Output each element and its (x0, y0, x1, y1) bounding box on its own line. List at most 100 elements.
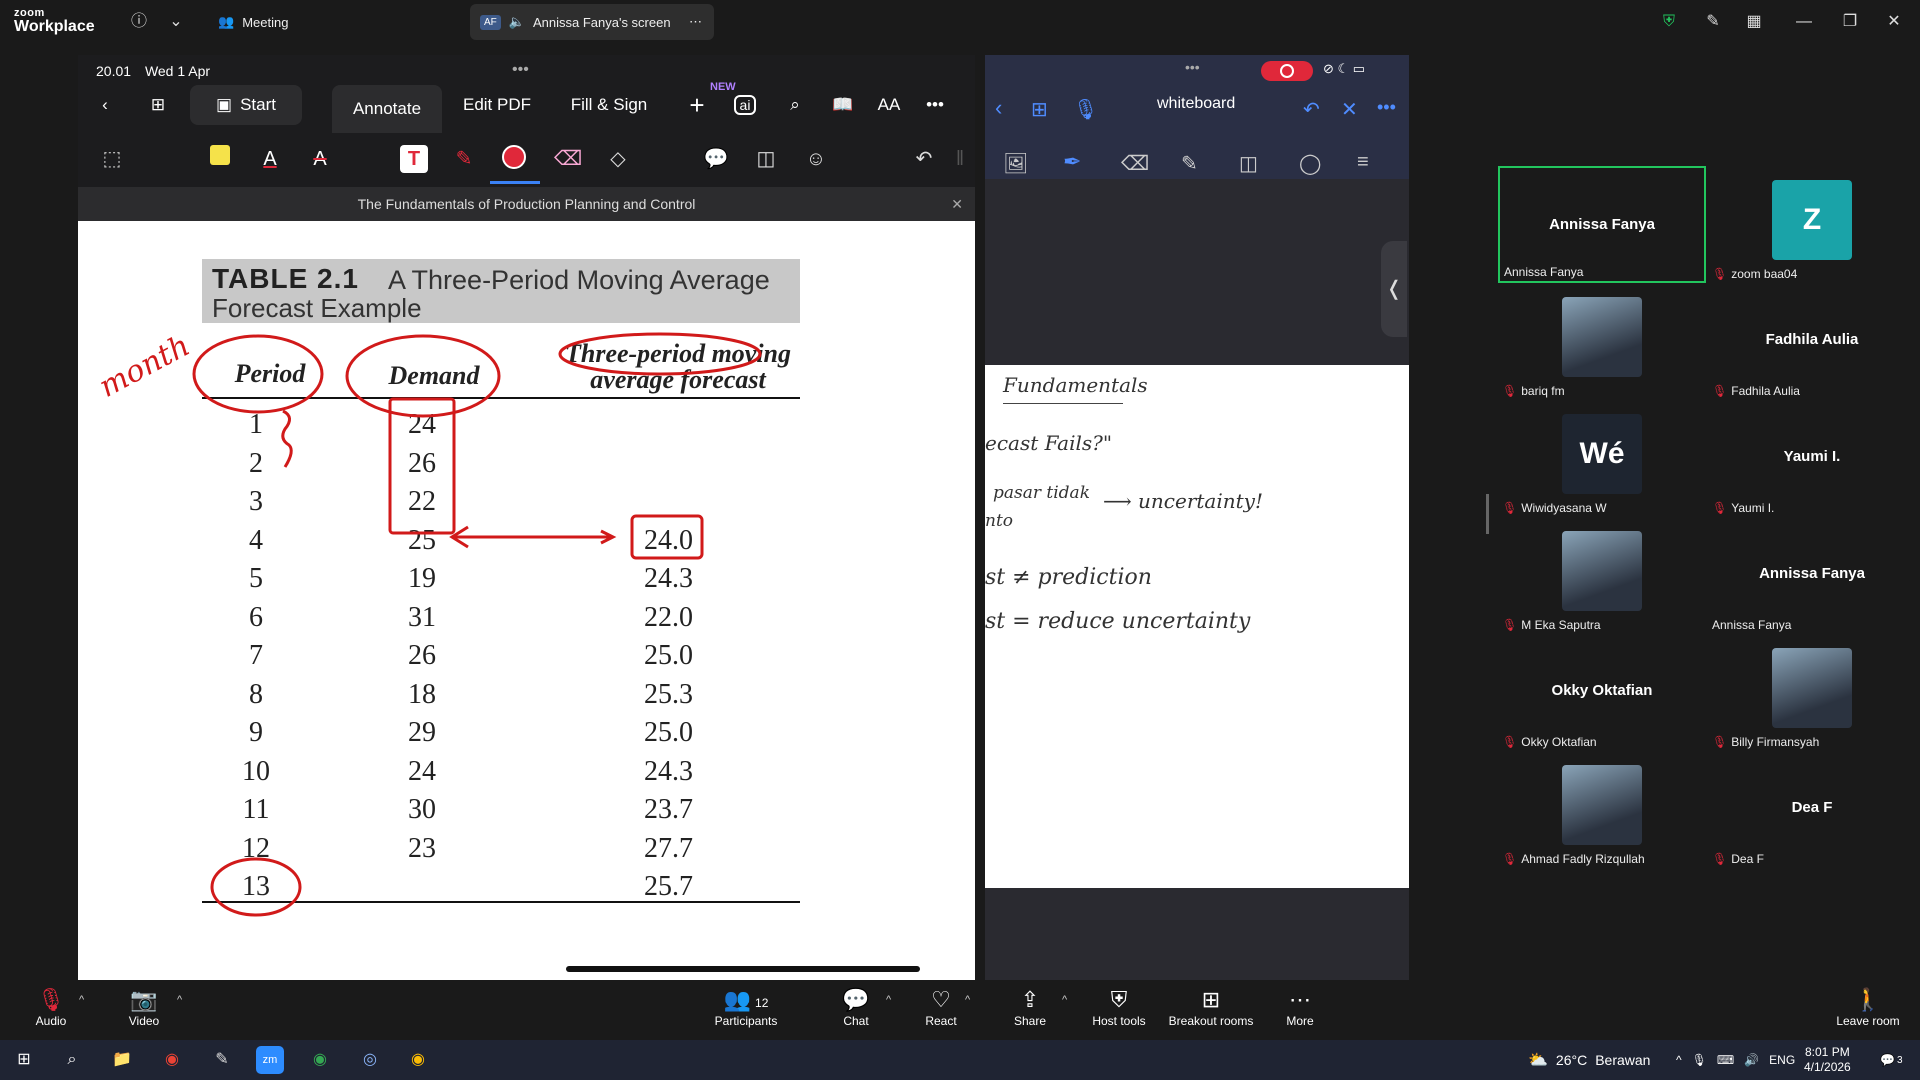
audio-button[interactable]: 🎙 Audio (6, 986, 96, 1028)
video-options-icon[interactable]: ^ (177, 994, 182, 1006)
language-indicator[interactable]: ENG (1769, 1053, 1795, 1067)
search-icon[interactable]: ⌕ (780, 85, 810, 125)
color-picker-icon[interactable] (500, 145, 528, 173)
participant-tile[interactable]: 🎙 bariq fm (1498, 283, 1706, 400)
leave-room-button[interactable]: 🚶 Leave room (1823, 986, 1913, 1028)
back-icon[interactable]: ‹ (92, 85, 118, 125)
highlighter-icon[interactable]: ✎ (1181, 151, 1198, 176)
highlighter-icon[interactable] (206, 145, 234, 173)
book-icon[interactable]: 📖 (828, 85, 858, 125)
video-button[interactable]: 📷 Video (99, 986, 189, 1028)
more-button[interactable]: ⋯ More (1255, 986, 1345, 1028)
add-icon[interactable]: + (682, 85, 712, 125)
close-icon[interactable]: ✕ (1341, 97, 1358, 122)
participant-tile[interactable]: Wé 🎙 Wiwidyasana W (1498, 400, 1706, 517)
participant-tile[interactable]: Annissa Fanya Annissa Fanya (1498, 166, 1706, 283)
participant-tile[interactable]: Annissa Fanya Annissa Fanya (1708, 517, 1916, 634)
whiteboard-canvas[interactable]: Fundamentals ecast Fails?" pasar tidak ⟶… (985, 365, 1409, 888)
eraser-icon[interactable]: ⌫ (1121, 151, 1149, 176)
microphone-icon[interactable]: 🎙 (1073, 97, 1098, 122)
comment-icon[interactable]: 💬 (702, 145, 730, 173)
shield-icon[interactable]: ⛨ (1659, 12, 1679, 32)
more-dots-icon[interactable]: ••• (512, 61, 529, 79)
splitter-handle[interactable] (1486, 494, 1489, 534)
windows-start-icon[interactable]: ⊞ (10, 1046, 38, 1074)
image-insert-icon[interactable]: 🖼 (1003, 151, 1028, 176)
font-size-button[interactable]: AA (874, 85, 904, 125)
participant-tile[interactable]: Yaumi I. 🎙 Yaumi I. (1708, 400, 1916, 517)
audio-options-icon[interactable]: ^ (79, 994, 84, 1006)
more-dots-icon[interactable]: ••• (1185, 59, 1200, 75)
tab-shared-screen[interactable]: AF 🔈 Annissa Fanya's screen ⋯ (470, 4, 714, 40)
chrome-alt-icon[interactable]: ◉ (404, 1046, 432, 1074)
grid-icon[interactable]: ⊞ (144, 85, 172, 125)
chevron-up-icon[interactable]: ^ (1676, 1053, 1682, 1067)
notifications-button[interactable]: 💬 3 (1880, 1040, 1903, 1080)
participant-tile[interactable]: 🎙 Billy Firmansyah (1708, 634, 1916, 751)
chrome-icon[interactable]: ◉ (158, 1046, 186, 1074)
search-icon[interactable]: ⌕ (58, 1046, 86, 1074)
participant-tile[interactable]: Okky Oktafian 🎙 Okky Oktafian (1498, 634, 1706, 751)
participant-tile[interactable]: 🎙 Ahmad Fadly Rizqullah (1498, 751, 1706, 868)
tab-annotate[interactable]: Annotate (332, 85, 442, 133)
close-doc-icon[interactable]: ✕ (951, 187, 963, 221)
undo-icon[interactable]: ↶ (910, 145, 938, 173)
toolbar-handle-icon[interactable]: ‖ (946, 145, 974, 173)
recording-indicator[interactable] (1261, 61, 1313, 81)
more-options-icon[interactable]: ••• (1377, 97, 1396, 118)
react-options-icon[interactable]: ^ (965, 994, 970, 1006)
tab-fill-sign[interactable]: Fill & Sign (554, 85, 664, 125)
eraser-icon[interactable]: ⌫ (554, 145, 582, 173)
lasso-icon[interactable]: ◯ (1299, 151, 1321, 176)
share-button[interactable]: ⇪ Share (985, 986, 1075, 1028)
host-tools-button[interactable]: ⛨ Host tools (1074, 986, 1164, 1028)
chat-button[interactable]: 💬 Chat (811, 986, 901, 1028)
start-button[interactable]: ▣ Start (190, 85, 302, 125)
participant-tile[interactable]: Z 🎙 zoom baa04 (1708, 166, 1916, 283)
collapse-handle-icon[interactable]: ❬ (1381, 241, 1407, 337)
eraser-alt-icon[interactable]: ◇ (604, 145, 632, 173)
participant-tile[interactable]: 🎙 M Eka Saputra (1498, 517, 1706, 634)
tab-meeting[interactable]: 👥 Meeting (218, 4, 288, 40)
participants-button[interactable]: 👥 12 Participants (701, 986, 791, 1028)
grid-icon[interactable]: ⊞ (1031, 97, 1048, 122)
more-options-icon[interactable]: ⋯ (689, 14, 702, 30)
clock[interactable]: 8:01 PM 4/1/2026 (1804, 1040, 1851, 1080)
info-icon[interactable]: ⓘ (129, 12, 149, 32)
select-icon[interactable]: ⬚ (98, 145, 126, 173)
tab-edit-pdf[interactable]: Edit PDF (452, 85, 542, 125)
zoom-app-icon[interactable]: zm (256, 1046, 284, 1074)
share-options-icon[interactable]: ^ (1062, 994, 1067, 1006)
chat-options-icon[interactable]: ^ (886, 994, 891, 1006)
more-options-icon[interactable]: ••• (920, 85, 950, 125)
file-explorer-icon[interactable]: 📁 (108, 1046, 136, 1074)
restore-icon[interactable]: ❐ (1840, 12, 1860, 32)
camera-app-icon[interactable]: ◎ (356, 1046, 384, 1074)
shapes-icon[interactable]: ◫ (1239, 151, 1258, 176)
app-icon[interactable]: ✎ (208, 1046, 236, 1074)
mic-icon[interactable]: 🎙 (1692, 1053, 1707, 1067)
sticker-icon[interactable]: ☺ (802, 145, 830, 173)
whiteboard-title[interactable]: whiteboard (1157, 95, 1235, 113)
back-icon[interactable]: ‹ (995, 95, 1002, 121)
shapes-icon[interactable]: ◫ (752, 145, 780, 173)
stroke-width-icon[interactable]: ≡ (1357, 151, 1369, 174)
undo-icon[interactable]: ↶ (1303, 97, 1320, 122)
pen-icon[interactable]: ✒ (1063, 149, 1081, 175)
textbox-icon[interactable]: T (400, 145, 428, 173)
chevron-down-icon[interactable]: ⌄ (166, 12, 186, 32)
chrome-profile-icon[interactable]: ◉ (306, 1046, 334, 1074)
text-underline-icon[interactable]: A (256, 145, 284, 173)
network-icon[interactable]: ⌨ (1717, 1053, 1734, 1067)
participant-tile[interactable]: Fadhila Aulia 🎙 Fadhila Aulia (1708, 283, 1916, 400)
edit-icon[interactable]: ✎ (1703, 12, 1723, 32)
weather-widget[interactable]: ⛅ 26°C Berawan (1528, 1040, 1650, 1080)
participant-tile[interactable]: Dea F 🎙 Dea F (1708, 751, 1916, 868)
text-strike-icon[interactable]: A (306, 145, 334, 173)
react-button[interactable]: ♡ React (896, 986, 986, 1028)
breakout-rooms-button[interactable]: ⊞ Breakout rooms (1163, 986, 1259, 1028)
minimize-icon[interactable]: — (1794, 12, 1814, 32)
close-icon[interactable]: ✕ (1884, 12, 1904, 32)
ai-button[interactable]: ai (730, 85, 760, 125)
pdf-page[interactable]: TABLE 2.1 A Three-Period Moving Average … (78, 221, 975, 980)
